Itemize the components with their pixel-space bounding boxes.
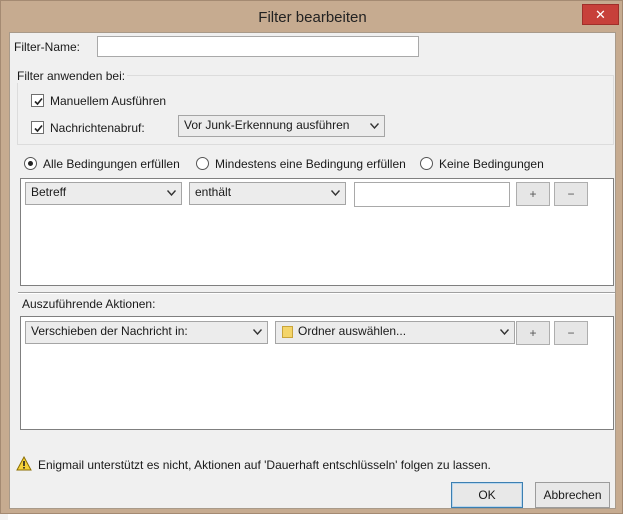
match-all-radio[interactable] (24, 157, 37, 170)
match-none-label: Keine Bedingungen (439, 157, 544, 171)
action-type-value: Verschieben der Nachricht in: (31, 324, 188, 338)
condition-operator-value: enthält (195, 185, 232, 199)
fetch-timing-value: Vor Junk-Erkennung ausführen (184, 118, 350, 132)
cancel-button[interactable]: Abbrechen (535, 482, 610, 508)
condition-field-value: Betreff (31, 185, 67, 199)
dialog-window: Filter bearbeiten ✕ Filter-Name: Filter … (0, 0, 623, 514)
apply-filter-legend: Filter anwenden bei: (17, 69, 128, 83)
chevron-down-icon (500, 329, 509, 335)
warning-triangle-icon (16, 456, 32, 471)
chevron-down-icon (167, 190, 176, 196)
add-action-button[interactable]: + (516, 321, 550, 345)
match-all-label: Alle Bedingungen erfüllen (43, 157, 180, 171)
match-none-radio[interactable] (420, 157, 433, 170)
close-button[interactable]: ✕ (582, 4, 619, 25)
section-separator (18, 292, 615, 294)
message-fetch-checkbox[interactable] (31, 121, 44, 134)
remove-action-button[interactable]: − (554, 321, 588, 345)
match-any-radio[interactable] (196, 157, 209, 170)
match-any-label: Mindestens eine Bedingung erfüllen (215, 157, 406, 171)
filter-name-label: Filter-Name: (14, 40, 81, 54)
warning-text: Enigmail unterstützt es nicht, Aktionen … (38, 458, 491, 472)
fetch-timing-dropdown[interactable]: Vor Junk-Erkennung ausführen (178, 115, 385, 137)
condition-value-input[interactable] (354, 182, 510, 207)
manual-run-checkbox[interactable] (31, 94, 44, 107)
condition-field-dropdown[interactable]: Betreff (25, 182, 182, 205)
checkmark-icon (34, 124, 43, 133)
close-icon: ✕ (595, 7, 606, 22)
action-type-dropdown[interactable]: Verschieben der Nachricht in: (25, 321, 268, 344)
window-title: Filter bearbeiten (258, 9, 367, 26)
folder-icon (282, 326, 293, 338)
actions-list[interactable]: Verschieben der Nachricht in: Ordner aus… (20, 316, 614, 430)
checkmark-icon (34, 97, 43, 106)
chevron-down-icon (253, 329, 262, 335)
manual-run-label: Manuellem Ausführen (50, 94, 167, 108)
condition-operator-dropdown[interactable]: enthält (189, 182, 346, 205)
message-fetch-label: Nachrichtenabruf: (50, 121, 145, 135)
chevron-down-icon (331, 190, 340, 196)
conditions-list[interactable]: Betreff enthält + − (20, 178, 614, 286)
filter-name-input[interactable] (97, 36, 419, 57)
dialog-body: Filter-Name: Filter anwenden bei: Manuel… (9, 32, 616, 509)
target-folder-dropdown[interactable]: Ordner auswählen... (275, 321, 515, 344)
add-condition-button[interactable]: + (516, 182, 550, 206)
ok-button[interactable]: OK (451, 482, 523, 508)
remove-condition-button[interactable]: − (554, 182, 588, 206)
actions-legend: Auszuführende Aktionen: (22, 297, 156, 311)
target-folder-value: Ordner auswählen... (298, 324, 407, 338)
chevron-down-icon (370, 123, 379, 129)
